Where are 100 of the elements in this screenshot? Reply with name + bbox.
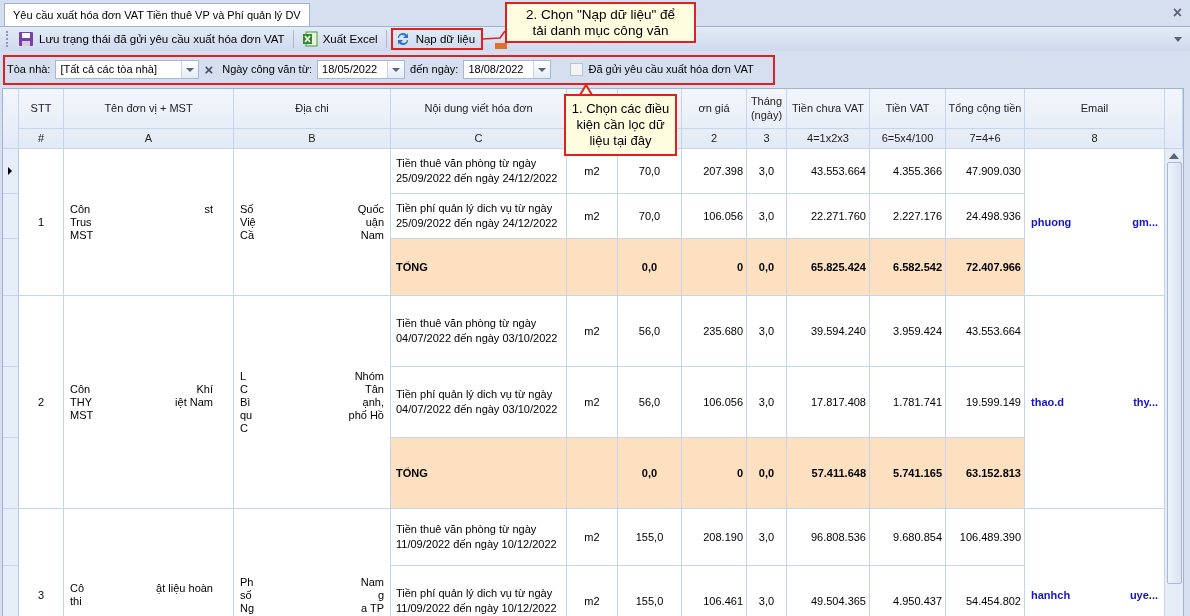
total-label: TỔNG [391,239,567,296]
table-cell: Tiền phí quản lý dich vụ từ ngày 25/09/2022 đến ngày 24/12/2022 [391,194,567,239]
column-header[interactable]: Tên đơn vị + MST [64,89,234,129]
table-cell [567,438,618,509]
company-text: ật liệu hoàn [156,582,213,595]
column-header[interactable]: STT [19,89,64,129]
table-cell: 65.825.424 [787,239,870,296]
address-text: Ng [240,601,255,615]
email-link[interactable]: uye... [1129,588,1158,602]
table-cell: 70,0 [618,194,682,239]
column-header[interactable]: Email [1025,89,1165,129]
table-cell: 3 [37,589,45,601]
table-cell: 106.461 [682,566,747,616]
to-date-label: đến ngày: [410,63,459,75]
row-indicator[interactable] [3,149,19,194]
email-link[interactable]: gm... [1132,215,1158,229]
table-cell: 43.553.664 [946,296,1025,367]
caret-icon[interactable] [1174,37,1182,42]
sent-checkbox[interactable] [570,62,584,76]
table-cell: Tiền thuê văn phòng từ ngày 04/07/2022 đến ngày 03/10/2022 [391,296,567,367]
address-text: số [240,588,252,602]
table-cell: 3,0 [747,296,787,367]
table-cell: 3,0 [747,149,787,194]
table-cell: 63.152.813 [946,438,1025,509]
address-text: Bì [240,395,251,409]
save-button[interactable]: Lưu trạng thái đã gửi yêu cầu xuất hóa đơn VAT [14,29,289,49]
table-cell: 155,0 [618,566,682,616]
table-cell: 6.582.542 [870,239,946,296]
table-cell: 207.398 [682,149,747,194]
callout-tooltip: 1. Chọn các điều kiện cần lọc dữ liệu tại đây [564,94,677,156]
table-cell: 24.498.936 [946,194,1025,239]
table-cell: 5.741.165 [870,438,946,509]
address-text: C [240,421,248,435]
reload-button[interactable]: Nạp dữ liệu [390,29,480,49]
table-cell: 0,0 [747,239,787,296]
address-text: ạnh, [362,395,384,409]
address-text: qu [240,408,253,422]
address-text: Nhóm [354,369,384,383]
export-button[interactable]: Xuất Excel [297,29,382,49]
table-cell: 72.407.966 [946,239,1025,296]
vertical-scrollbar[interactable] [1164,149,1183,616]
company-text: Trus [70,215,92,229]
table-cell: 3,0 [747,566,787,616]
table-cell: 3.959.424 [870,296,946,367]
table-cell: 4.355.366 [870,149,946,194]
column-header[interactable]: Tháng (ngày) [747,89,787,129]
column-header[interactable]: ơn giá [682,89,747,129]
table-cell: 47.909.030 [946,149,1025,194]
table-cell: m2 [567,509,618,566]
table-cell: 22.271.760 [787,194,870,239]
address-text: phố Hồ [348,408,384,422]
table-cell: 0,0 [618,438,682,509]
company-text: iệt Nam [175,395,213,409]
clear-icon[interactable]: × [204,60,214,78]
table-cell: m2 [567,367,618,438]
to-date-field[interactable]: 18/08/2022 [463,59,552,79]
company-text: Côn [70,202,91,216]
table-cell: 106.056 [682,194,747,239]
total-label: TỔNG [391,438,567,509]
table-cell: 235.680 [682,296,747,367]
table-cell: 49.504.365 [787,566,870,616]
from-date-field[interactable]: 18/05/2022 [317,59,406,79]
address-text: Ph [240,575,254,589]
company-text: Côn [70,382,91,396]
table-cell: 39.594.240 [787,296,870,367]
leader-line [482,30,506,40]
table-cell: 3,0 [747,367,787,438]
grip-icon [6,31,10,47]
square-icon[interactable] [495,43,508,49]
email-link[interactable]: hanhch [1031,588,1071,602]
table-cell: 19.599.149 [946,367,1025,438]
address-text: Tân [365,382,384,396]
spreadsheet-icon [301,31,318,47]
address-text: Số [240,202,254,216]
save-icon [18,31,34,47]
column-header[interactable]: Tổng cộng tiền [946,89,1025,129]
table-cell: 4.950.437 [870,566,946,616]
column-header[interactable]: Tiền chưa VAT [787,89,870,129]
close-icon[interactable]: × [1172,4,1182,22]
building-label: Tòa nhà: [7,63,51,75]
table-cell: 54.454.802 [946,566,1025,616]
address-text: Quốc [357,202,384,216]
address-text: g [377,588,384,602]
table-cell: 56,0 [618,367,682,438]
table-cell: Tiền phí quản lý dich vụ từ ngày 11/09/2022 đến ngày 10/12/2022 [391,566,567,616]
table-cell: Tiền thuê văn phòng từ ngày 11/09/2022 đến ngày 10/12/2022 [391,509,567,566]
email-link[interactable]: thy... [1133,395,1158,409]
column-header[interactable]: Địa chi [234,89,391,129]
column-header[interactable]: Tiền VAT [870,89,946,129]
table-cell: 1 [37,216,45,228]
email-link[interactable]: thao.d [1031,395,1064,409]
company-text: MST [70,228,94,242]
document-tab[interactable]: Yêu cầu xuất hóa đơn VAT Tiền thuê VP và Phí quản lý DV [4,3,310,26]
address-text: Nam [360,575,384,589]
table-cell: 0 [682,239,747,296]
building-dropdown[interactable]: [Tất cả các tòa nhà] [55,59,200,79]
email-link[interactable]: phuong [1031,215,1072,229]
table-cell: m2 [567,566,618,616]
table-cell [567,239,618,296]
address-text: C [240,382,248,396]
